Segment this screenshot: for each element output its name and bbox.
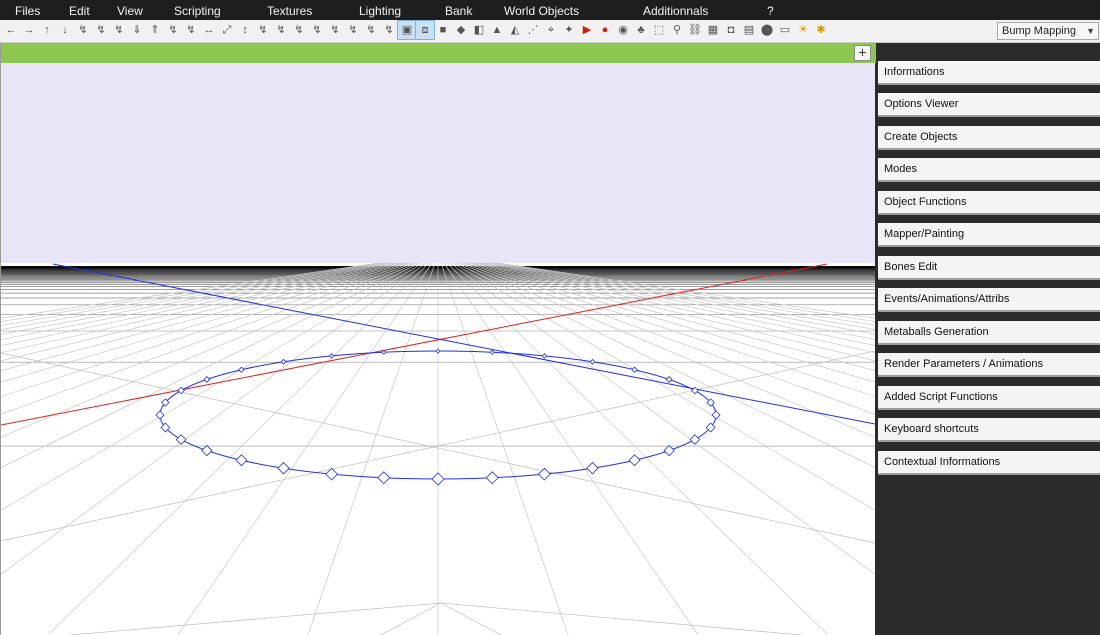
cone-icon[interactable]: ▲ <box>488 21 506 39</box>
move-up-icon[interactable]: ⇑ <box>146 21 164 39</box>
star-icon[interactable]: ✱ <box>812 21 830 39</box>
sky-background <box>1 63 875 263</box>
panel-render-parameters[interactable]: Render Parameters / Animations <box>878 353 1100 377</box>
link-icon[interactable]: ⛓ <box>686 21 704 39</box>
panel-mapper-painting[interactable]: Mapper/Painting <box>878 223 1100 247</box>
arrow-left-icon[interactable]: ← <box>2 21 20 39</box>
render-mode-select[interactable]: Bump Mapping ▼ <box>997 22 1099 40</box>
viewport-add-button[interactable]: + <box>854 45 871 61</box>
menu-additionnals[interactable]: Additionnals <box>643 3 708 19</box>
scale-z-icon[interactable]: ↯ <box>182 21 200 39</box>
menu-bar: Files Edit View Scripting Textures Light… <box>0 0 1100 20</box>
circle-icon[interactable]: ⬤ <box>758 21 776 39</box>
panel-options-viewer[interactable]: Options Viewer <box>878 93 1100 117</box>
menu-world-objects[interactable]: World Objects <box>504 3 579 19</box>
menu-files[interactable]: Files <box>15 3 40 19</box>
rotate-z-icon[interactable]: ↯ <box>74 21 92 39</box>
group-icon[interactable]: ⬚ <box>650 21 668 39</box>
lamp-icon[interactable]: ☀ <box>794 21 812 39</box>
scene-canvas[interactable] <box>1 63 875 635</box>
panel-keyboard-shortcuts[interactable]: Keyboard shortcuts <box>878 418 1100 442</box>
panel-bones-edit[interactable]: Bones Edit <box>878 256 1100 280</box>
landscape-icon[interactable]: ▭ <box>776 21 794 39</box>
slope-4-icon[interactable]: ↯ <box>344 21 362 39</box>
panel-informations[interactable]: Informations <box>878 61 1100 85</box>
scale-y-icon[interactable]: ↯ <box>254 21 272 39</box>
scale-yz-icon[interactable]: ↯ <box>272 21 290 39</box>
slope-5-icon[interactable]: ↯ <box>362 21 380 39</box>
scale-x-icon[interactable]: ↯ <box>164 21 182 39</box>
rotate-y-icon[interactable]: ↯ <box>110 21 128 39</box>
move-xz-icon[interactable]: ⤢ <box>218 21 236 39</box>
menu-help[interactable]: ? <box>767 3 774 19</box>
light-icon[interactable]: ✦ <box>560 21 578 39</box>
texture-icon[interactable]: ▦ <box>704 21 722 39</box>
move-down-icon[interactable]: ⇓ <box>128 21 146 39</box>
prism-icon[interactable]: ◆ <box>452 21 470 39</box>
tool-panel: Informations Options Viewer Create Objec… <box>876 43 1100 635</box>
film-icon[interactable]: ▤ <box>740 21 758 39</box>
panel-create-objects[interactable]: Create Objects <box>878 126 1100 150</box>
viewport-header <box>1 43 876 63</box>
menu-bank[interactable]: Bank <box>445 3 472 19</box>
cube-wire-icon[interactable]: ⧈ <box>415 20 435 40</box>
bone-icon[interactable]: ⚲ <box>668 21 686 39</box>
camera-icon[interactable]: ◘ <box>722 21 740 39</box>
panel-added-script-functions[interactable]: Added Script Functions <box>878 386 1100 410</box>
slope-6-icon[interactable]: ↯ <box>380 21 398 39</box>
arrow-up-icon[interactable]: ↑ <box>38 21 56 39</box>
object-icon[interactable]: ◉ <box>614 21 632 39</box>
menu-scripting[interactable]: Scripting <box>174 3 221 19</box>
panel-contextual-informations[interactable]: Contextual Informations <box>878 451 1100 475</box>
menu-edit[interactable]: Edit <box>69 3 90 19</box>
chevron-down-icon: ▼ <box>1086 26 1095 36</box>
sphere-shaded-icon[interactable]: ● <box>596 21 614 39</box>
cube-icon[interactable]: ■ <box>434 21 452 39</box>
move-x-icon[interactable]: ↔ <box>200 21 218 39</box>
half-cube-icon[interactable]: ◧ <box>470 21 488 39</box>
vertex-icon[interactable]: ⋰ <box>524 21 542 39</box>
arrow-right-icon[interactable]: → <box>20 21 38 39</box>
play-icon[interactable]: ▶ <box>578 21 596 39</box>
panel-events-animations[interactable]: Events/Animations/Attribs <box>878 288 1100 312</box>
tree-icon[interactable]: ♣ <box>632 21 650 39</box>
menu-view[interactable]: View <box>117 3 143 19</box>
arrow-down-icon[interactable]: ↓ <box>56 21 74 39</box>
slope-3-icon[interactable]: ↯ <box>326 21 344 39</box>
panel-metaballs-generation[interactable]: Metaballs Generation <box>878 321 1100 345</box>
render-mode-value: Bump Mapping <box>1002 25 1076 37</box>
move-y-icon[interactable]: ↕ <box>236 21 254 39</box>
rotate-x-icon[interactable]: ↯ <box>92 21 110 39</box>
viewport-3d[interactable]: + <box>0 43 876 635</box>
panel-object-functions[interactable]: Object Functions <box>878 191 1100 215</box>
panel-modes[interactable]: Modes <box>878 158 1100 182</box>
menu-lighting[interactable]: Lighting <box>359 3 401 19</box>
slope-icon[interactable]: ↯ <box>290 21 308 39</box>
toolbar-icon-strip: ← → ↑ ↓ ↯ ↯ ↯ ⇓ ⇑ ↯ ↯ ↔ ⤢ ↕ ↯ ↯ ↯ ↯ ↯ ↯ ↯ ↯ ▣ ⧈ ■ ◆ ◧ ▲ ◭ ⋰ ⌖ ✦ ▶ ● ◉ ♣ ⬚ ⚲ ⛓ ▦… <box>2 20 830 41</box>
select-box-icon[interactable]: ▣ <box>397 20 417 40</box>
toolbar: ← → ↑ ↓ ↯ ↯ ↯ ⇓ ⇑ ↯ ↯ ↔ ⤢ ↕ ↯ ↯ ↯ ↯ ↯ ↯ ↯ ↯ ▣ ⧈ ■ ◆ ◧ ▲ ◭ ⋰ ⌖ ✦ ▶ ● ◉ ♣ ⬚ ⚲ ⛓ ▦… <box>0 20 1100 43</box>
slope-2-icon[interactable]: ↯ <box>308 21 326 39</box>
pyramid-icon[interactable]: ◭ <box>506 21 524 39</box>
menu-textures[interactable]: Textures <box>267 3 312 19</box>
node-icon[interactable]: ⌖ <box>542 21 560 39</box>
